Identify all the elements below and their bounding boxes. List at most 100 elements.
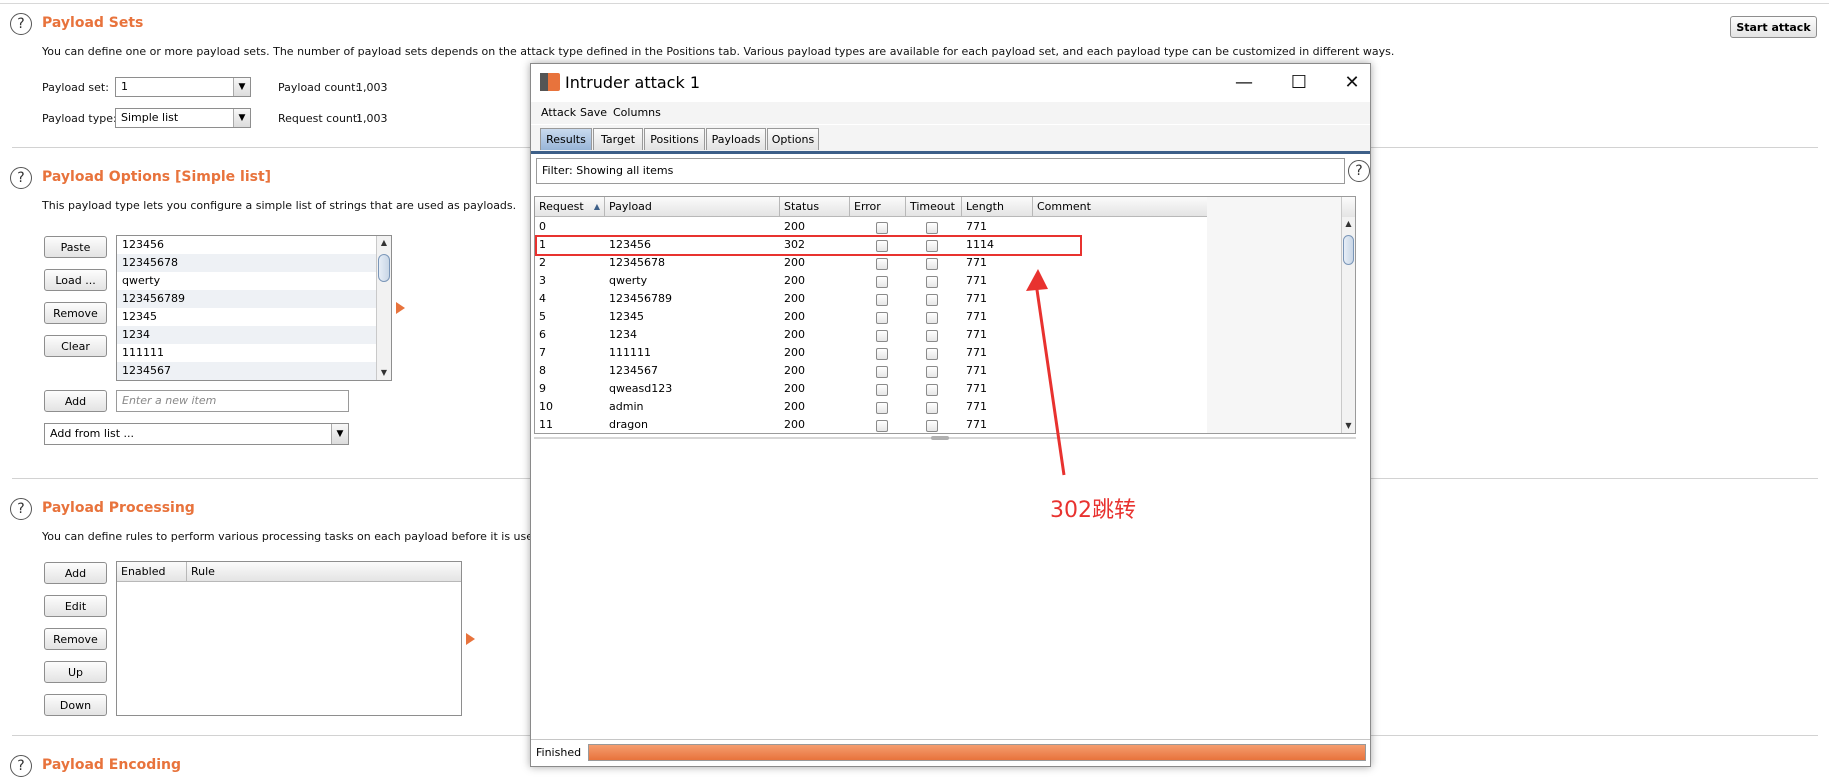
results-filter-bar[interactable]: Filter: Showing all items [536, 158, 1345, 184]
list-item[interactable]: 123456 [117, 236, 378, 254]
payload-count-label: Payload count: [278, 81, 360, 94]
remove-rule-button[interactable]: Remove [44, 628, 107, 650]
table-row[interactable]: 8 1234567 200 771 [535, 362, 1207, 380]
table-row[interactable]: 7 111111 200 771 [535, 344, 1207, 362]
table-row[interactable]: 4 123456789 200 771 [535, 290, 1207, 308]
error-checkbox[interactable] [876, 222, 888, 234]
scroll-thumb[interactable] [378, 254, 390, 282]
table-row[interactable]: 9 qweasd123 200 771 [535, 380, 1207, 398]
help-icon[interactable]: ? [10, 755, 32, 777]
list-item[interactable]: 111111 [117, 344, 378, 362]
processing-rules-table[interactable]: Enabled Rule [116, 561, 462, 716]
timeout-checkbox[interactable] [926, 366, 938, 378]
close-icon[interactable]: ✕ [1331, 70, 1373, 96]
error-checkbox[interactable] [876, 348, 888, 360]
error-checkbox[interactable] [876, 366, 888, 378]
error-checkbox[interactable] [876, 312, 888, 324]
scroll-up-icon[interactable]: ▲ [377, 236, 391, 250]
error-checkbox[interactable] [876, 402, 888, 414]
column-header-error[interactable]: Error [850, 197, 906, 217]
up-rule-button[interactable]: Up [44, 661, 107, 683]
scroll-up-icon[interactable]: ▲ [1342, 217, 1355, 231]
add-button[interactable]: Add [44, 390, 107, 412]
menu-save[interactable]: Save [580, 106, 607, 119]
table-row[interactable]: 10 admin 200 771 [535, 398, 1207, 416]
timeout-checkbox[interactable] [926, 294, 938, 306]
results-table[interactable]: Request ▲ Payload Status Error Timeout L… [534, 196, 1356, 434]
help-icon[interactable]: ? [10, 498, 32, 520]
column-header-rule[interactable]: Rule [187, 562, 461, 582]
results-scrollbar[interactable]: ▲ ▼ [1341, 197, 1355, 433]
column-header-status[interactable]: Status [780, 197, 850, 217]
payload-set-select[interactable]: 1 ▼ [115, 77, 251, 97]
help-icon[interactable]: ? [1348, 160, 1370, 182]
list-item[interactable]: 1234567 [117, 362, 378, 380]
tab-payloads[interactable]: Payloads [706, 128, 766, 150]
edit-rule-button[interactable]: Edit [44, 595, 107, 617]
expand-arrow-icon[interactable] [466, 633, 475, 645]
tab-results[interactable]: Results [540, 128, 592, 150]
column-header-payload[interactable]: Payload [605, 197, 780, 217]
timeout-checkbox[interactable] [926, 222, 938, 234]
timeout-checkbox[interactable] [926, 330, 938, 342]
timeout-checkbox[interactable] [926, 258, 938, 270]
split-handle-icon[interactable] [931, 436, 949, 440]
timeout-checkbox[interactable] [926, 384, 938, 396]
menu-attack[interactable]: Attack [541, 106, 576, 119]
help-icon[interactable]: ? [10, 167, 32, 189]
column-header-length[interactable]: Length [962, 197, 1033, 217]
column-header-enabled[interactable]: Enabled [117, 562, 187, 582]
error-checkbox[interactable] [876, 258, 888, 270]
scroll-thumb[interactable] [1343, 235, 1354, 265]
cell-request: 9 [539, 382, 546, 395]
list-item[interactable]: 12345678 [117, 254, 378, 272]
table-row[interactable]: 2 12345678 200 771 [535, 254, 1207, 272]
timeout-checkbox[interactable] [926, 312, 938, 324]
list-item[interactable]: 1234 [117, 326, 378, 344]
down-rule-button[interactable]: Down [44, 694, 107, 716]
error-checkbox[interactable] [876, 420, 888, 432]
add-from-list-select[interactable]: Add from list ... ▼ [44, 423, 349, 445]
remove-button[interactable]: Remove [44, 302, 107, 324]
help-icon[interactable]: ? [10, 13, 32, 35]
error-checkbox[interactable] [876, 276, 888, 288]
payload-list-scrollbar[interactable]: ▲ ▼ [376, 236, 391, 380]
tab-target[interactable]: Target [593, 128, 643, 150]
error-checkbox[interactable] [876, 330, 888, 342]
load-button[interactable]: Load ... [44, 269, 107, 291]
table-row[interactable]: 0 200 771 [535, 218, 1207, 236]
new-item-input[interactable]: Enter a new item [116, 390, 349, 412]
table-row[interactable]: 6 1234 200 771 [535, 326, 1207, 344]
list-item[interactable]: qwerty [117, 272, 378, 290]
payload-list[interactable]: 123456 12345678 qwerty 123456789 12345 1234 11… [116, 235, 392, 381]
menu-columns[interactable]: Columns [613, 106, 661, 119]
error-checkbox[interactable] [876, 384, 888, 396]
column-header-request[interactable]: Request ▲ [535, 197, 605, 217]
intruder-attack-window[interactable]: Intruder attack 1 — ☐ ✕ Attack Save Colu… [530, 63, 1371, 767]
table-row[interactable]: 3 qwerty 200 771 [535, 272, 1207, 290]
timeout-checkbox[interactable] [926, 402, 938, 414]
list-item[interactable]: 123456789 [117, 290, 378, 308]
timeout-checkbox[interactable] [926, 420, 938, 432]
minimize-icon[interactable]: — [1223, 70, 1265, 96]
scroll-down-icon[interactable]: ▼ [1342, 419, 1355, 433]
column-header-timeout[interactable]: Timeout [906, 197, 962, 217]
paste-button[interactable]: Paste [44, 236, 107, 258]
expand-arrow-icon[interactable] [396, 302, 405, 314]
timeout-checkbox[interactable] [926, 276, 938, 288]
start-attack-button[interactable]: Start attack [1730, 16, 1817, 38]
list-item[interactable]: 12345 [117, 308, 378, 326]
maximize-icon[interactable]: ☐ [1278, 70, 1320, 96]
add-rule-button[interactable]: Add [44, 562, 107, 584]
scroll-down-icon[interactable]: ▼ [377, 366, 391, 380]
timeout-checkbox[interactable] [926, 348, 938, 360]
payload-type-select[interactable]: Simple list ▼ [115, 108, 251, 128]
table-row[interactable]: 11 dragon 200 771 [535, 416, 1207, 433]
tab-positions[interactable]: Positions [644, 128, 705, 150]
clear-button[interactable]: Clear [44, 335, 107, 357]
window-titlebar[interactable]: Intruder attack 1 — ☐ ✕ [531, 64, 1370, 102]
tab-options[interactable]: Options [767, 128, 819, 150]
column-header-comment[interactable]: Comment [1033, 197, 1208, 217]
error-checkbox[interactable] [876, 294, 888, 306]
table-row[interactable]: 5 12345 200 771 [535, 308, 1207, 326]
